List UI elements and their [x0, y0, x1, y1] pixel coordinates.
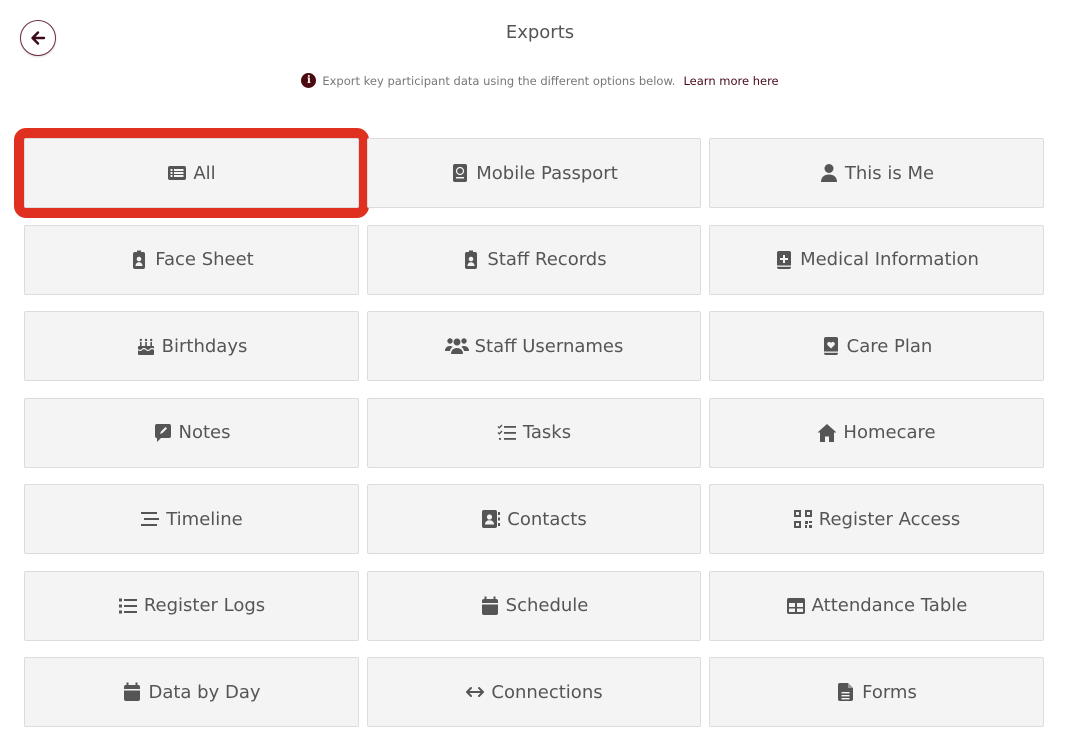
export-this-is-me-button[interactable]: This is Me: [709, 138, 1044, 208]
users-icon: [444, 338, 469, 354]
learn-more-link[interactable]: Learn more here: [683, 74, 778, 88]
arrows-left-right-icon: [466, 687, 485, 697]
medical-book-icon: [777, 250, 792, 269]
qrcode-icon: [793, 510, 812, 528]
page-title: Exports: [505, 22, 575, 43]
id-badge-icon: [133, 250, 146, 269]
export-label: This is Me: [844, 162, 935, 184]
export-staff-records-button[interactable]: Staff Records: [367, 224, 701, 295]
export-label: Contacts: [507, 508, 587, 530]
export-label: Timeline: [166, 508, 243, 530]
heart-book-icon: [823, 337, 838, 355]
birthday-cake-icon: [137, 338, 155, 355]
bars-staggered-icon: [141, 512, 160, 526]
export-label: Register Access: [818, 508, 961, 530]
export-label: Face Sheet: [155, 249, 254, 270]
export-care-plan-button[interactable]: Care Plan: [709, 311, 1044, 381]
export-label: Tasks: [522, 422, 572, 443]
file-lines-icon: [838, 683, 854, 701]
export-label: Mobile Passport: [476, 162, 618, 184]
table-icon: [786, 597, 805, 614]
home-icon: [817, 423, 837, 442]
export-label: Schedule: [505, 595, 589, 616]
export-label: Register Logs: [143, 595, 266, 616]
export-all-button[interactable]: All: [14, 128, 369, 218]
export-label: Connections: [491, 681, 603, 703]
export-label: Data by Day: [148, 681, 261, 703]
exports-grid: All Mobile Passport This is Me Face Shee…: [14, 128, 1044, 727]
export-contacts-button[interactable]: Contacts: [367, 484, 701, 554]
passport-icon: [453, 164, 468, 182]
export-timeline-button[interactable]: Timeline: [24, 484, 359, 554]
list-card-icon: [168, 166, 187, 180]
export-label: Forms: [862, 681, 917, 703]
export-label: Attendance Table: [811, 595, 968, 616]
export-data-by-day-button[interactable]: Data by Day: [24, 657, 359, 727]
calendar-icon: [481, 596, 498, 615]
export-schedule-button[interactable]: Schedule: [367, 570, 701, 641]
export-label: Medical Information: [800, 249, 979, 270]
address-book-icon: [482, 510, 501, 528]
export-medical-information-button[interactable]: Medical Information: [709, 224, 1044, 295]
export-homecare-button[interactable]: Homecare: [709, 397, 1044, 468]
export-notes-button[interactable]: Notes: [24, 397, 359, 468]
info-banner: i Export key participant data using the …: [0, 73, 1080, 88]
comment-pen-icon: [154, 423, 171, 442]
export-label: Care Plan: [846, 335, 933, 357]
list-check-icon: [497, 424, 516, 440]
export-label: Birthdays: [161, 335, 248, 357]
export-birthdays-button[interactable]: Birthdays: [24, 311, 359, 381]
export-label: Homecare: [843, 422, 936, 443]
calendar-day-icon: [124, 682, 141, 701]
export-register-logs-button[interactable]: Register Logs: [24, 570, 359, 641]
export-mobile-passport-button[interactable]: Mobile Passport: [367, 138, 701, 208]
list-ul-icon: [118, 598, 137, 613]
export-label: Notes: [178, 422, 231, 443]
info-text: Export key participant data using the di…: [322, 73, 676, 88]
export-tasks-button[interactable]: Tasks: [367, 397, 701, 468]
export-face-sheet-button[interactable]: Face Sheet: [24, 224, 359, 295]
info-icon: i: [301, 73, 317, 88]
export-connections-button[interactable]: Connections: [367, 657, 701, 727]
export-label: Staff Usernames: [474, 335, 624, 357]
export-attendance-table-button[interactable]: Attendance Table: [709, 570, 1044, 641]
export-label: All: [193, 162, 216, 184]
id-badge-icon: [465, 250, 478, 269]
user-icon: [820, 164, 837, 182]
export-staff-usernames-button[interactable]: Staff Usernames: [367, 311, 701, 381]
export-label: Staff Records: [487, 249, 607, 270]
export-forms-button[interactable]: Forms: [709, 657, 1044, 727]
export-register-access-button[interactable]: Register Access: [709, 484, 1044, 554]
